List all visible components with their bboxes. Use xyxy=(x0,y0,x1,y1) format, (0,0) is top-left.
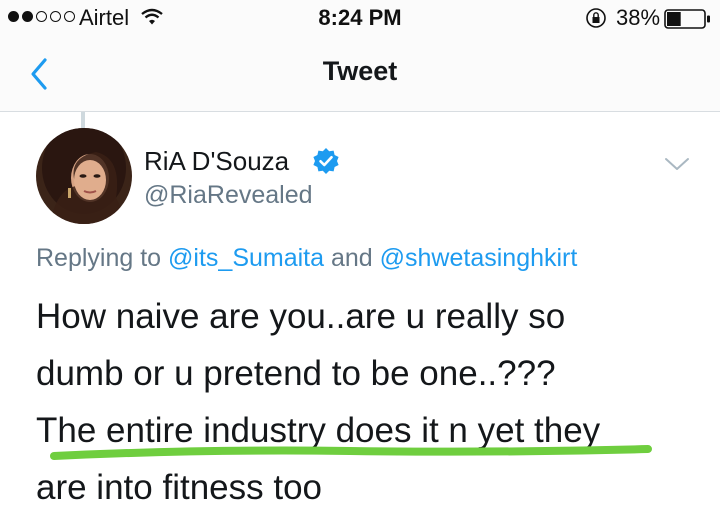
tweet-text: How naive are you..are u really so dumb … xyxy=(36,288,696,516)
author-display-name[interactable]: RiA D'Souza xyxy=(144,146,289,177)
replying-prefix: Replying to xyxy=(36,244,169,272)
verified-badge-icon xyxy=(312,147,340,180)
battery-icon xyxy=(664,9,712,34)
page-title: Tweet xyxy=(322,56,398,86)
chevron-down-icon[interactable] xyxy=(664,156,690,177)
replying-conjunction: and xyxy=(324,244,380,272)
status-bar: Airtel 8:24 PM 38% xyxy=(0,0,720,38)
navigation-bar: Tweet xyxy=(0,38,720,112)
tweet-text-line: How naive are you..are u really so xyxy=(36,297,566,336)
mention-link[interactable]: @shwetasinghkirt xyxy=(380,244,578,272)
battery-percentage: 38% xyxy=(616,5,661,30)
mention-link[interactable]: @its_Sumaita xyxy=(168,244,324,272)
status-time: 8:24 PM xyxy=(318,5,402,30)
orientation-lock-icon xyxy=(585,7,607,34)
replying-to: Replying to @its_Sumaita and @shwetasing… xyxy=(36,244,577,273)
thread-connector-line xyxy=(81,112,85,128)
author-username[interactable]: @RiaRevealed xyxy=(144,181,313,210)
tweet-text-line: dumb or u pretend to be one..??? xyxy=(36,354,556,393)
avatar[interactable] xyxy=(36,128,132,224)
highlight-underline-mark xyxy=(50,441,654,470)
